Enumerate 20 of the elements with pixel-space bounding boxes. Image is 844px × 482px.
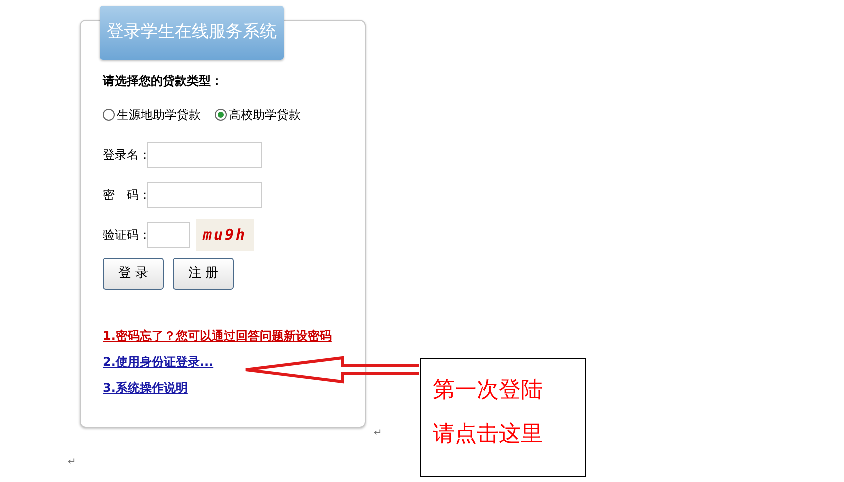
field-label: 密 码： xyxy=(103,187,147,204)
paragraph-mark: ↵ xyxy=(374,427,382,441)
radio-label: 高校助学贷款 xyxy=(229,107,301,124)
field-label: 验证码： xyxy=(103,227,147,244)
form-button[interactable]: 注 册 xyxy=(173,258,234,290)
captcha-field[interactable] xyxy=(147,222,190,248)
form-button[interactable]: 登 录 xyxy=(103,258,164,290)
help-link[interactable]: 3.系统操作说明 xyxy=(103,380,332,396)
callout-text: 请点击这里 xyxy=(433,422,543,448)
field-label: 登录名： xyxy=(103,147,147,164)
captcha-image: mu9h xyxy=(196,219,254,251)
help-link[interactable]: 1.密码忘了？您可以通过回答问题新设密码 xyxy=(103,328,332,344)
callout-text: 第一次登陆 xyxy=(433,378,543,404)
help-link[interactable]: 2.使用身份证登录... xyxy=(103,354,332,370)
input-field[interactable] xyxy=(147,182,262,208)
radio-label: 生源地助学贷款 xyxy=(117,107,201,124)
panel-title: 登录学生在线服务系统 xyxy=(100,6,284,60)
input-field[interactable] xyxy=(147,142,262,168)
paragraph-mark: ↵ xyxy=(68,456,76,470)
loan-type-label: 请选择您的贷款类型： xyxy=(103,73,224,89)
